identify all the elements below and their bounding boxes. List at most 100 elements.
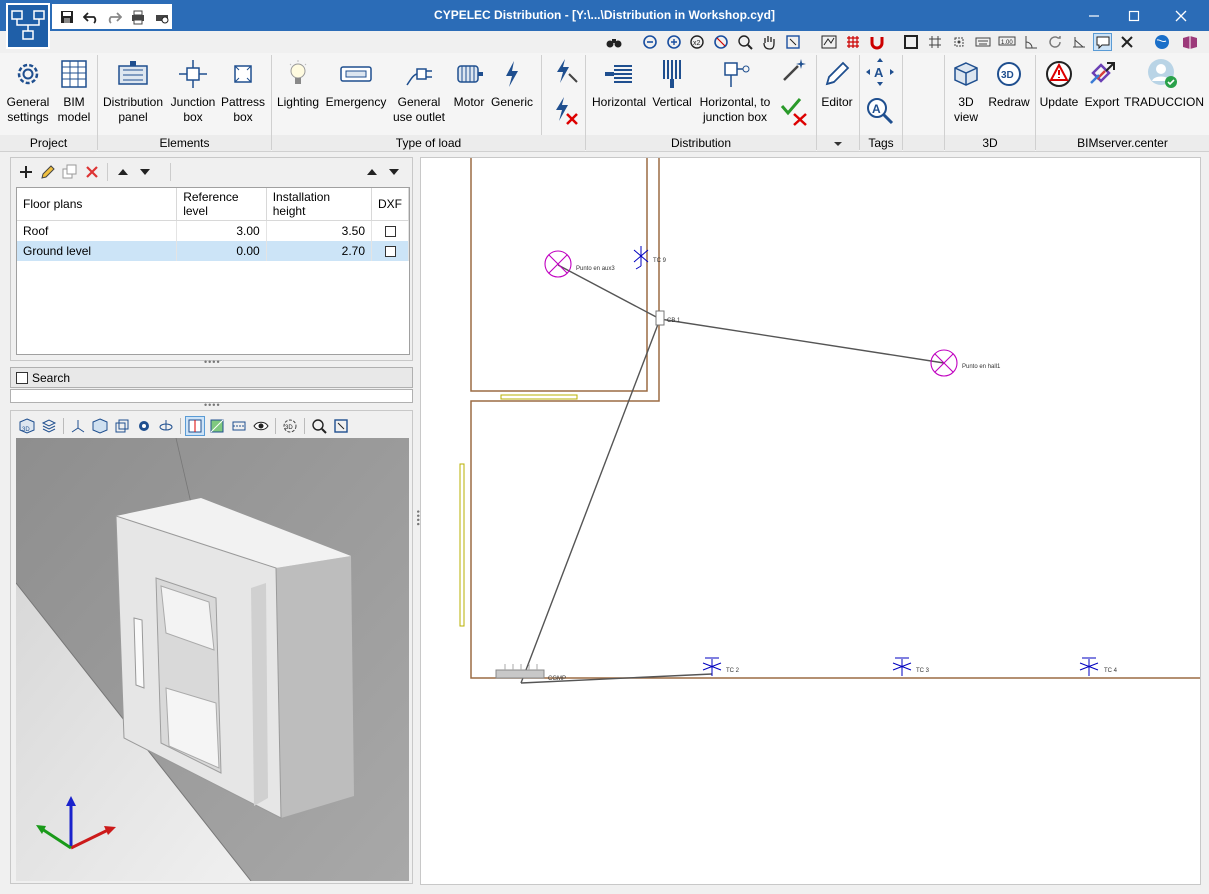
3d-view-icon[interactable]: 3D bbox=[17, 416, 37, 436]
delete-load-button[interactable] bbox=[550, 97, 582, 129]
column-header[interactable]: Reference level bbox=[176, 188, 267, 221]
layers-icon[interactable] bbox=[39, 416, 59, 436]
search-checkbox[interactable] bbox=[16, 371, 28, 384]
light-point-aux3[interactable] bbox=[544, 250, 572, 278]
user-account-button[interactable]: TRADUCCION bbox=[1124, 57, 1204, 110]
horizontal-to-junction-box-button[interactable]: Horizontal, to junction box bbox=[695, 57, 775, 125]
zoom-icon[interactable] bbox=[309, 416, 329, 436]
generic-load-button[interactable]: Generic bbox=[490, 57, 534, 110]
section-view-icon[interactable] bbox=[185, 416, 205, 436]
dxf-icon[interactable] bbox=[819, 33, 838, 51]
camera-icon[interactable] bbox=[134, 416, 154, 436]
move-down-icon[interactable] bbox=[134, 161, 156, 183]
vertical-distribution-button[interactable]: Vertical bbox=[651, 57, 693, 110]
scroll-down-icon[interactable] bbox=[383, 161, 405, 183]
pan-hand-icon[interactable] bbox=[759, 33, 778, 51]
table-row[interactable]: Ground level 0.00 2.70 bbox=[17, 240, 409, 261]
tag-move-button[interactable]: A bbox=[862, 57, 898, 91]
edit-load-button[interactable] bbox=[550, 59, 582, 89]
snap-point-icon[interactable] bbox=[949, 33, 968, 51]
binoculars-icon[interactable] bbox=[604, 33, 623, 51]
dxf-checkbox[interactable] bbox=[384, 245, 396, 257]
column-header[interactable]: Installation height bbox=[266, 188, 373, 221]
keyboard-icon[interactable] bbox=[973, 33, 992, 51]
dxf-checkbox[interactable] bbox=[384, 226, 396, 238]
zoom-all-icon[interactable] bbox=[664, 33, 683, 51]
redraw-button[interactable]: 3D Redraw bbox=[986, 57, 1032, 110]
texture-icon[interactable] bbox=[207, 416, 227, 436]
angle-icon[interactable] bbox=[1021, 33, 1040, 51]
auto-route-button[interactable] bbox=[778, 57, 810, 87]
globe-icon[interactable] bbox=[1152, 33, 1171, 51]
zoom-previous-icon[interactable] bbox=[640, 33, 659, 51]
splitter-handle[interactable]: •••• bbox=[204, 400, 221, 410]
3d-viewport[interactable] bbox=[16, 438, 409, 881]
dimension-icon[interactable] bbox=[1069, 33, 1088, 51]
comment-icon[interactable] bbox=[1093, 33, 1112, 51]
column-header[interactable]: DXF bbox=[371, 188, 409, 221]
floor-name: Ground level bbox=[17, 240, 178, 261]
zoom-window-icon[interactable] bbox=[735, 33, 754, 51]
select-window-icon[interactable] bbox=[901, 33, 920, 51]
bim-model-icon bbox=[61, 60, 87, 92]
outlet-icon bbox=[405, 61, 433, 91]
column-header[interactable]: Floor plans bbox=[17, 188, 178, 221]
table-row[interactable]: Roof 3.00 3.50 bbox=[17, 220, 409, 241]
distribution-panel-button[interactable]: Distribution panel bbox=[100, 57, 166, 125]
ribbon-expand-icon[interactable] bbox=[817, 135, 859, 151]
add-icon[interactable] bbox=[15, 161, 37, 183]
emergency-button[interactable]: Emergency bbox=[324, 57, 388, 110]
junction-box-button[interactable]: Junction box bbox=[168, 57, 218, 125]
delete-icon[interactable] bbox=[81, 161, 103, 183]
scroll-up-icon[interactable] bbox=[361, 161, 383, 183]
help-book-icon[interactable] bbox=[1180, 33, 1199, 51]
motor-button[interactable]: Motor bbox=[450, 57, 488, 110]
tag-search-button[interactable]: A bbox=[862, 97, 898, 129]
zoom-refresh-icon[interactable] bbox=[711, 33, 730, 51]
horizontal-distribution-button[interactable]: Horizontal bbox=[588, 57, 650, 110]
axes-icon[interactable] bbox=[68, 416, 88, 436]
bim-model-button[interactable]: BIM model bbox=[55, 57, 93, 125]
zoom-half-icon[interactable]: x2 bbox=[687, 33, 706, 51]
pattress-box-button[interactable]: Pattress box bbox=[220, 57, 266, 125]
scale-icon[interactable]: 1.00 bbox=[997, 33, 1016, 51]
distribution-panel-cgmp[interactable] bbox=[495, 664, 545, 679]
grid-red-icon[interactable] bbox=[843, 33, 862, 51]
lighting-button[interactable]: Lighting bbox=[274, 57, 322, 110]
3d-settings-icon[interactable]: 3D bbox=[280, 416, 300, 436]
close-icon[interactable] bbox=[1158, 0, 1204, 31]
zoom-extents-3d-icon[interactable] bbox=[331, 416, 351, 436]
outlet-tc9[interactable] bbox=[633, 246, 649, 270]
maximize-icon[interactable] bbox=[1111, 0, 1157, 31]
orbit-icon[interactable] bbox=[156, 416, 176, 436]
floor-filter-icon[interactable] bbox=[229, 416, 249, 436]
light-point-hall1[interactable] bbox=[930, 349, 958, 377]
export-button[interactable]: Export bbox=[1082, 57, 1122, 110]
3d-view-button[interactable]: 3D view bbox=[948, 57, 984, 125]
general-settings-button[interactable]: General settings bbox=[4, 57, 52, 125]
dxf-cell bbox=[371, 240, 409, 261]
solid-view-icon[interactable] bbox=[90, 416, 110, 436]
drawing-canvas[interactable]: Punto en aux3 Punto en hall1 CB 1 TC 9 T… bbox=[420, 157, 1201, 885]
refresh-icon[interactable] bbox=[1045, 33, 1064, 51]
edit-pencil-icon[interactable] bbox=[37, 161, 59, 183]
grid-icon[interactable] bbox=[925, 33, 944, 51]
move-up-icon[interactable] bbox=[112, 161, 134, 183]
copy-icon[interactable] bbox=[59, 161, 81, 183]
zoom-extents-icon[interactable] bbox=[783, 33, 802, 51]
search-bar: Search bbox=[10, 367, 413, 388]
junction-box[interactable] bbox=[655, 310, 665, 326]
check-distribution-button[interactable] bbox=[778, 97, 810, 129]
magnet-icon[interactable] bbox=[867, 33, 886, 51]
outlet-tc2[interactable] bbox=[702, 657, 722, 676]
splitter-handle[interactable]: •••• bbox=[204, 357, 221, 367]
outlet-tc4[interactable] bbox=[1079, 657, 1099, 676]
outlet-tc3[interactable] bbox=[892, 657, 912, 676]
update-button[interactable]: Update bbox=[1038, 57, 1080, 110]
visibility-eye-icon[interactable] bbox=[251, 416, 271, 436]
tools-icon[interactable] bbox=[1117, 33, 1136, 51]
editor-button[interactable]: Editor bbox=[818, 57, 856, 110]
general-use-outlet-button[interactable]: General use outlet bbox=[390, 57, 448, 125]
app-logo-icon[interactable] bbox=[6, 3, 50, 49]
wireframe-icon[interactable] bbox=[112, 416, 132, 436]
